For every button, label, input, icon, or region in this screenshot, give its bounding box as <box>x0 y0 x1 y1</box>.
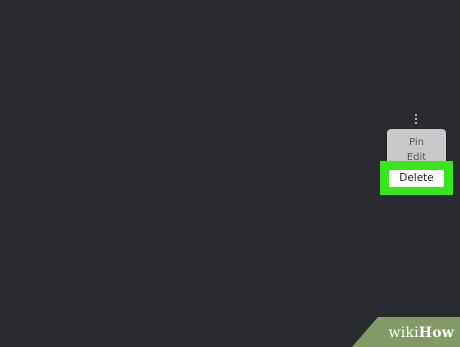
kebab-dot <box>415 114 417 116</box>
wikihow-logo-how: How <box>418 325 454 341</box>
wikihow-logo-wiki: wiki <box>388 325 419 341</box>
more-options-icon[interactable] <box>410 112 422 126</box>
app-screen: Pin Edit Delete wikiHow <box>0 0 460 347</box>
delete-button[interactable]: Delete <box>389 170 444 187</box>
kebab-dot <box>415 122 417 124</box>
kebab-dot <box>415 118 417 120</box>
menu-item-pin[interactable]: Pin <box>387 137 446 148</box>
wikihow-logo-text: wikiHow <box>389 325 454 341</box>
